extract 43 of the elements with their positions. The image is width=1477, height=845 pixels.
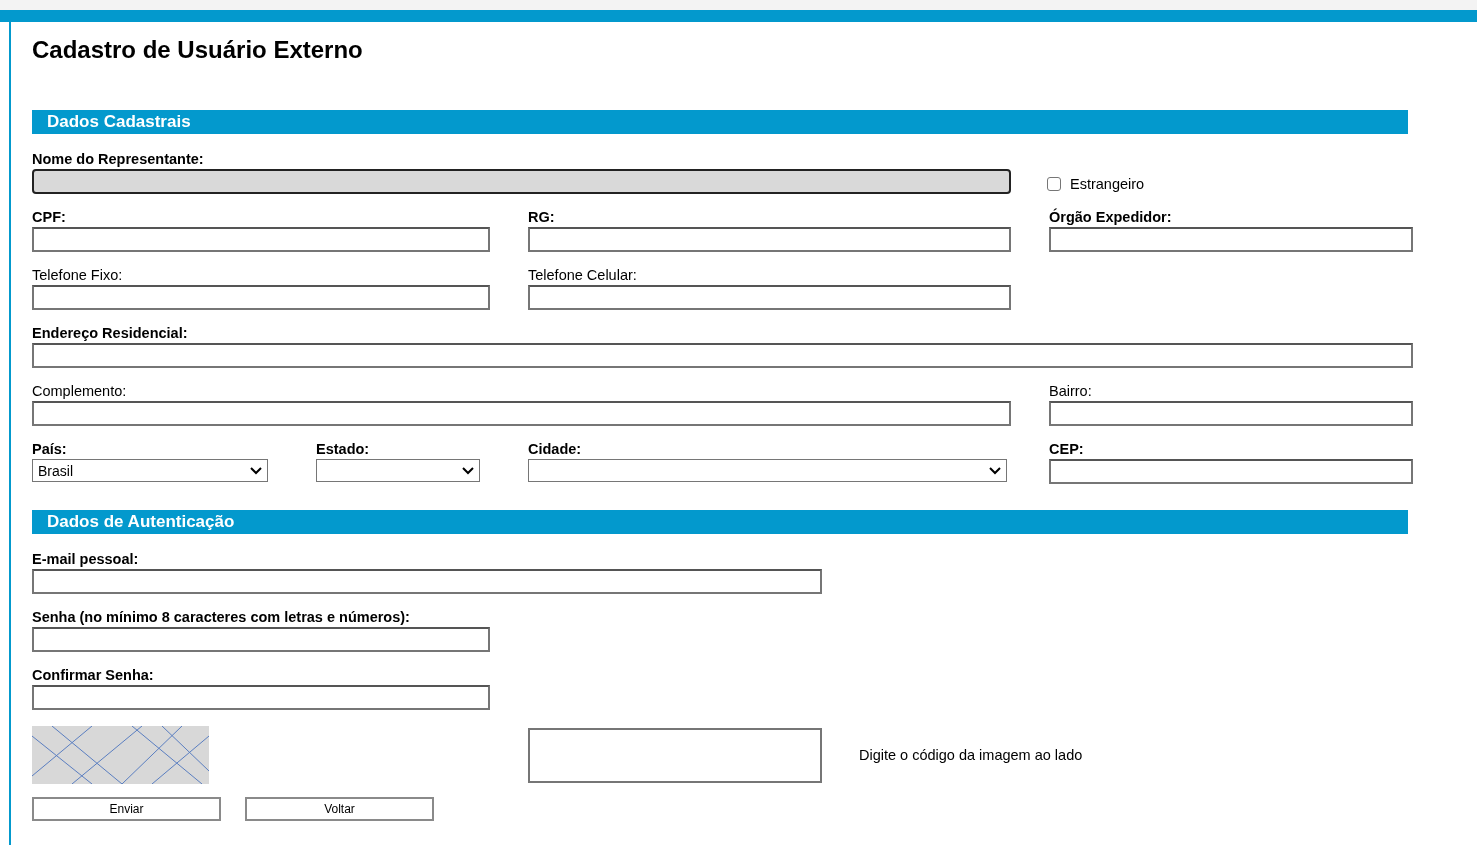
field-label: CEP: — [1049, 440, 1085, 459]
input-field[interactable] — [32, 401, 1011, 426]
chevron-down-icon — [989, 466, 1001, 475]
form-button[interactable]: Voltar — [245, 797, 434, 821]
dropdown[interactable] — [528, 459, 1007, 482]
input-field[interactable] — [32, 627, 490, 652]
input-field[interactable] — [32, 343, 1413, 368]
input-field[interactable] — [32, 227, 490, 252]
field-label: Endereço Residencial: — [32, 324, 189, 343]
section-header: Dados Cadastrais — [32, 110, 1408, 134]
field-label: Órgão Expedidor: — [1049, 208, 1173, 227]
field-label: Telefone Celular: — [528, 266, 638, 285]
field-label: Senha (no mínimo 8 caracteres com letras e números): — [32, 608, 411, 627]
dropdown[interactable]: Brasil — [32, 459, 268, 482]
field-label: Cidade: — [528, 440, 583, 459]
field-label: Estado: — [316, 440, 371, 459]
input-field[interactable] — [32, 685, 490, 710]
field-label: RG: — [528, 208, 556, 227]
input-field[interactable] — [1049, 401, 1413, 426]
field-label: E-mail pessoal: — [32, 550, 140, 569]
checkbox-label: Estrangeiro — [1070, 176, 1145, 192]
captcha-input[interactable] — [528, 727, 822, 783]
dropdown[interactable] — [316, 459, 480, 482]
input-field[interactable] — [1049, 459, 1413, 484]
captcha-hint: Digite o código da imagem ao lado — [859, 747, 1083, 763]
field-label: Complemento: — [32, 382, 128, 401]
form-button[interactable]: Enviar — [32, 797, 221, 821]
input-field[interactable] — [528, 227, 1011, 252]
field-label: País: — [32, 440, 68, 459]
input-field[interactable] — [32, 569, 822, 594]
chevron-down-icon — [462, 466, 474, 475]
chevron-down-icon — [250, 466, 262, 475]
field-label: CPF: — [32, 208, 67, 227]
page-title: Cadastro de Usuário Externo — [32, 35, 364, 65]
input-field[interactable] — [1049, 227, 1413, 252]
checkbox[interactable] — [1047, 177, 1061, 191]
input-field[interactable] — [528, 285, 1011, 310]
field-label: Bairro: — [1049, 382, 1093, 401]
section-header: Dados de Autenticação — [32, 510, 1408, 534]
field-label: Nome do Representante: — [32, 150, 205, 169]
input-field[interactable] — [32, 285, 490, 310]
field-label: Telefone Fixo: — [32, 266, 124, 285]
field-label: Confirmar Senha: — [32, 666, 155, 685]
